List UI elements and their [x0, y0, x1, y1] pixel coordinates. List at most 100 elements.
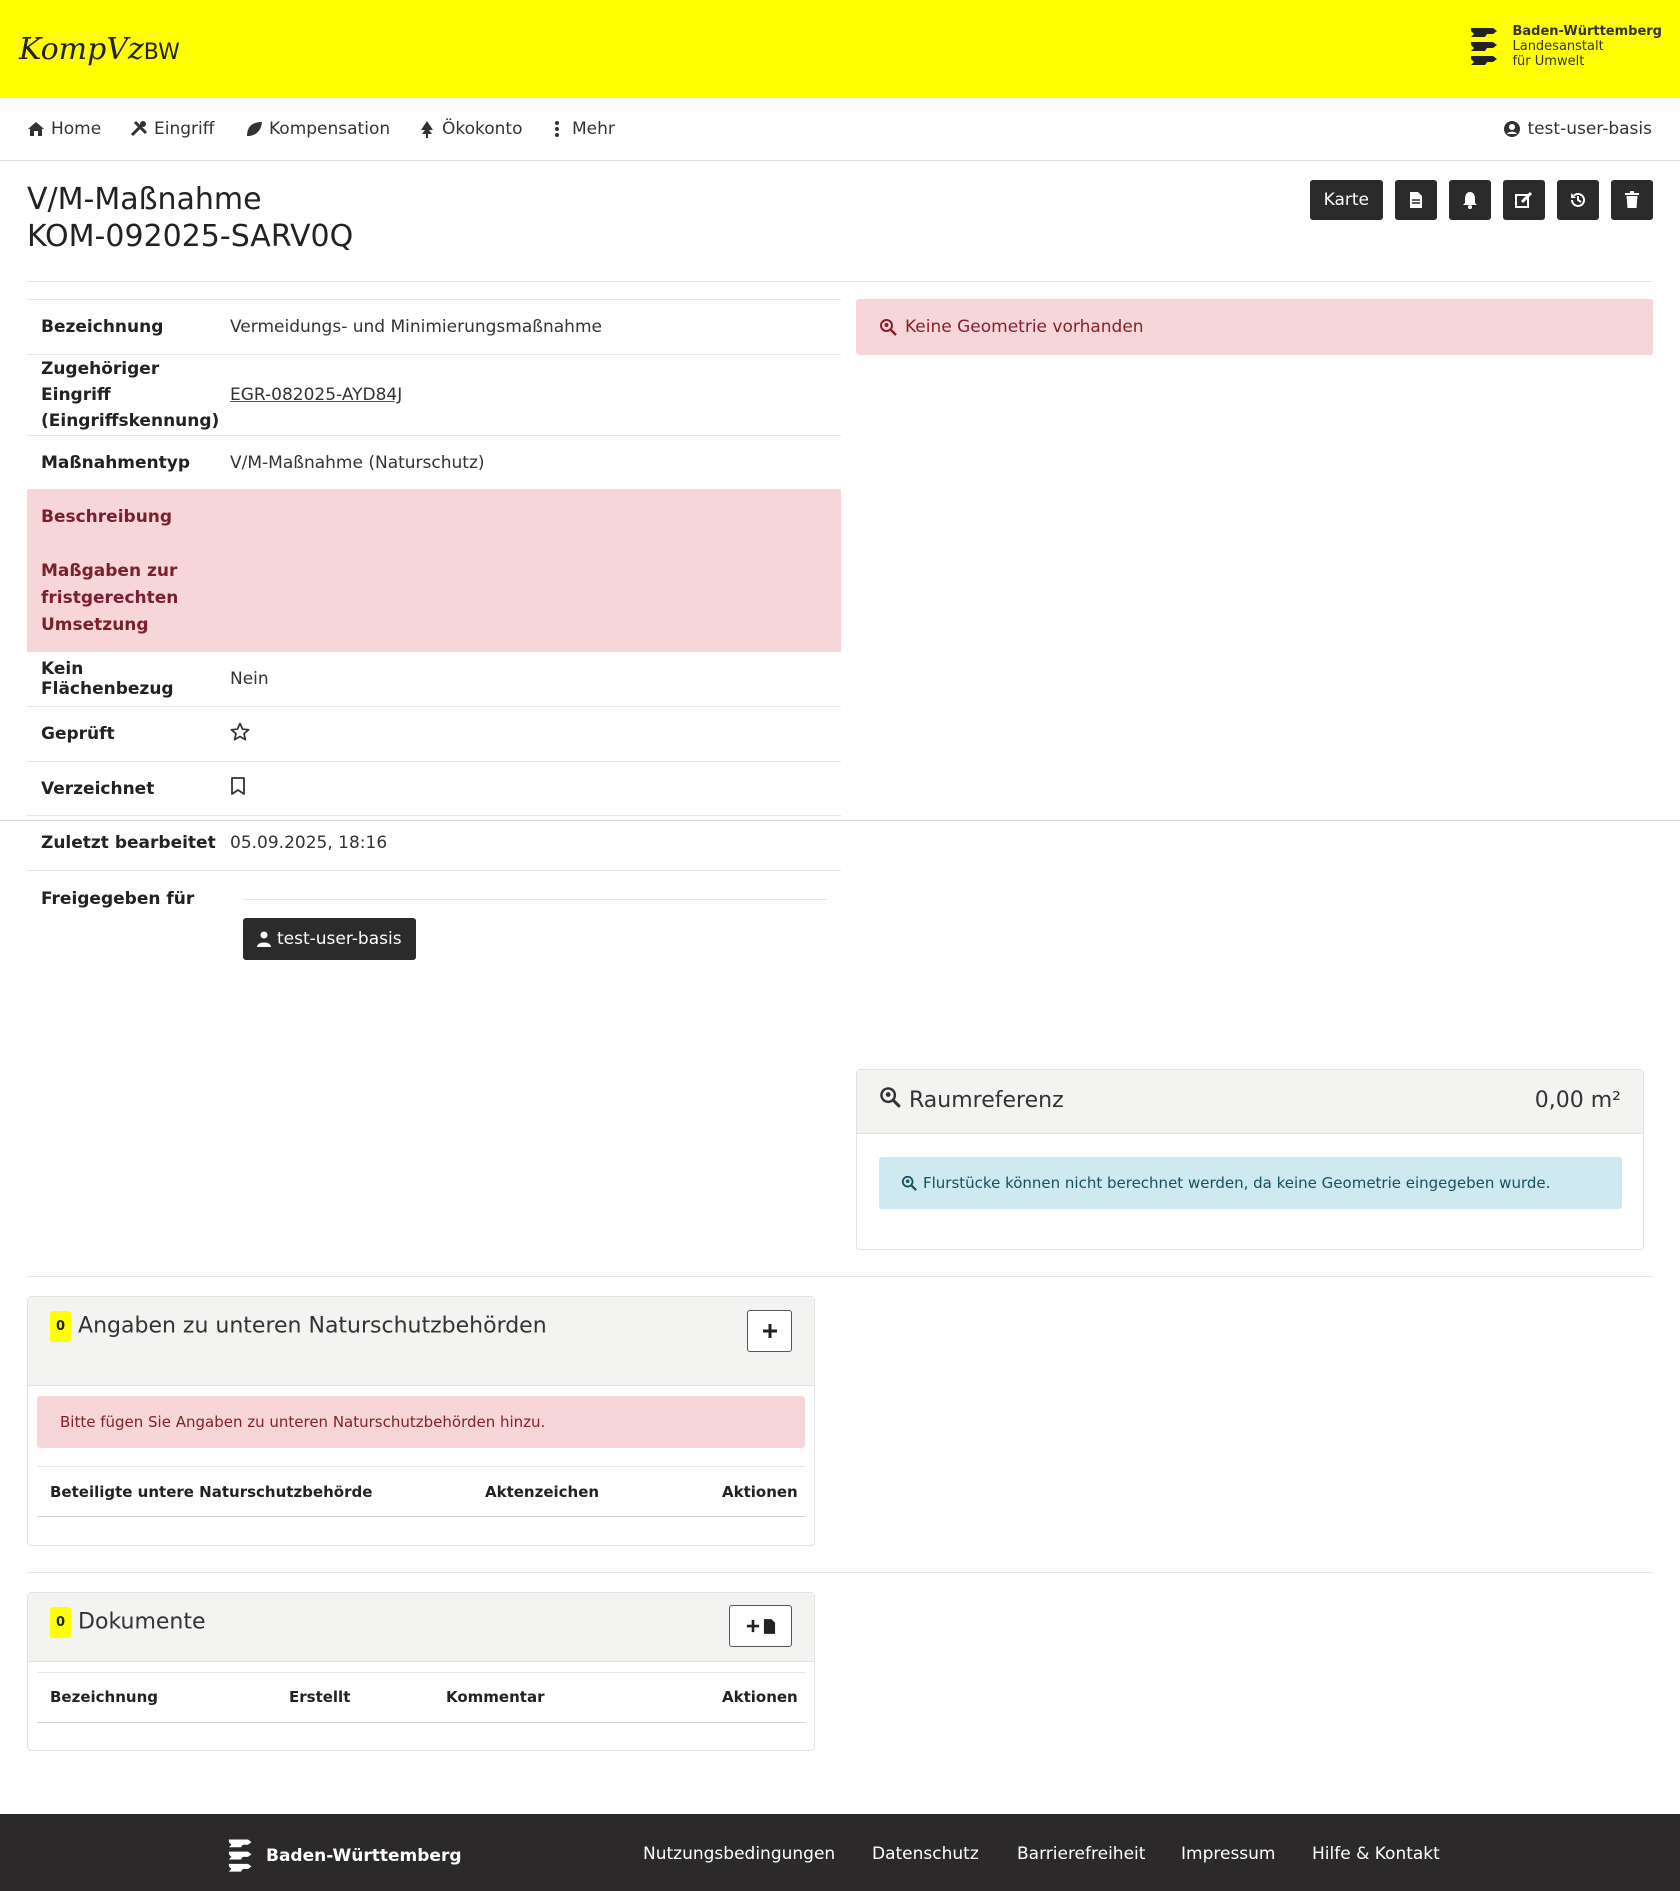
- user-icon: [257, 931, 271, 947]
- document-icon: [1410, 192, 1422, 208]
- unb-col-aktenzeichen: Aktenzeichen: [485, 1483, 600, 1501]
- karte-button[interactable]: Karte: [1309, 180, 1383, 220]
- delete-button[interactable]: [1611, 180, 1653, 220]
- detail-table: Bezeichnung Vermeidungs- und Minimierung…: [27, 299, 841, 926]
- nav-eingriff[interactable]: Eingriff: [130, 119, 214, 139]
- page-title-line-1: V/M-Maßnahme: [27, 182, 262, 217]
- notify-button[interactable]: [1449, 180, 1491, 220]
- plus-icon: [762, 1324, 777, 1338]
- divider: [27, 1572, 1653, 1573]
- row-beschreibung: Beschreibung: [27, 489, 841, 544]
- action-toolbar: Karte: [1309, 180, 1653, 220]
- row-flaechenbezug: Kein Flächenbezug Nein: [27, 652, 841, 706]
- nav-user[interactable]: test-user-basis: [1503, 119, 1652, 139]
- leaf-icon: [247, 122, 262, 136]
- eingriff-link[interactable]: EGR-082025-AYD84J: [230, 385, 402, 405]
- row-massnahmentyp: Maßnahmentyp V/M-Maßnahme (Naturschutz): [27, 435, 841, 489]
- logo-text: KompVz: [19, 32, 144, 67]
- nav-mehr[interactable]: Mehr: [548, 119, 615, 139]
- verzeichnet-label: Verzeichnet: [41, 778, 155, 799]
- bookmark-outline-icon[interactable]: [230, 776, 246, 796]
- nav-kompensation-label: Kompensation: [269, 119, 391, 139]
- ellipsis-vertical-icon: [555, 121, 559, 137]
- page-footer: Baden-Württemberg Nutzungsbedingungen Da…: [0, 1814, 1680, 1891]
- edit-icon: [1515, 191, 1533, 208]
- unb-col-behoerde: Beteiligte untere Naturschutzbehörde: [50, 1483, 373, 1501]
- divider: [0, 820, 1680, 821]
- document-icon: [763, 1618, 775, 1634]
- history-icon: [1571, 192, 1585, 207]
- row-bearbeitet: Zuletzt bearbeitet 05.09.2025, 18:16: [27, 815, 841, 870]
- dokumente-card: 0 Dokumente Bezeichnung Erstellt Komment…: [27, 1592, 815, 1751]
- bezeichnung-value: Vermeidungs- und Minimierungsmaßnahme: [230, 317, 602, 337]
- massnahmentyp-value: V/M-Maßnahme (Naturschutz): [230, 452, 485, 473]
- tools-icon: [130, 120, 148, 137]
- footer-link-hilfe-kontakt[interactable]: Hilfe & Kontakt: [1312, 1844, 1440, 1864]
- add-unb-button[interactable]: [747, 1310, 792, 1352]
- massgaben-label: Maßgaben zur fristgerechten Umsetzung: [41, 560, 179, 635]
- dokumente-col-kommentar: Kommentar: [446, 1688, 545, 1706]
- table-divider: [37, 1516, 805, 1517]
- app-logo[interactable]: KompVzBW: [19, 32, 180, 67]
- dokumente-col-aktionen: Aktionen: [722, 1688, 798, 1706]
- row-bezeichnung: Bezeichnung Vermeidungs- und Minimierung…: [27, 299, 841, 354]
- footer-link-nutzungsbedingungen[interactable]: Nutzungsbedingungen: [643, 1844, 835, 1864]
- shared-user-label: test-user-basis: [277, 929, 402, 949]
- logo-suffix: BW: [143, 40, 180, 65]
- freigegeben-divider: [243, 899, 827, 900]
- footer-link-impressum[interactable]: Impressum: [1181, 1844, 1276, 1864]
- nav-oekokonto[interactable]: Ökokonto: [418, 119, 523, 139]
- brand-line-3: für Umwelt: [1512, 54, 1585, 69]
- lions-crest-icon: [1471, 28, 1498, 65]
- dokumente-col-bezeichnung: Bezeichnung: [50, 1688, 158, 1706]
- brand-line-1: Baden-Württemberg: [1512, 24, 1662, 39]
- unb-header: 0 Angaben zu unteren Naturschutzbehörden: [28, 1297, 814, 1386]
- nav-kompensation[interactable]: Kompensation: [245, 119, 390, 139]
- raumreferenz-header: Raumreferenz 0,00 m²: [857, 1070, 1643, 1134]
- lubw-brand: Baden-Württemberg Landesanstalt für Umwe…: [1468, 24, 1662, 70]
- bezeichnung-label: Bezeichnung: [41, 317, 164, 337]
- history-button[interactable]: [1557, 180, 1599, 220]
- nav-home-label: Home: [51, 119, 102, 139]
- footer-link-barrierefreiheit[interactable]: Barrierefreiheit: [1017, 1844, 1145, 1864]
- geometry-alert-text: Keine Geometrie vorhanden: [905, 317, 1144, 337]
- unb-count-badge: 0: [50, 1311, 72, 1342]
- footer-brand-text: Baden-Württemberg: [266, 1846, 462, 1866]
- report-button[interactable]: [1395, 180, 1437, 220]
- nav-eingriff-label: Eingriff: [154, 119, 215, 139]
- table-divider: [37, 1722, 805, 1723]
- unb-title: Angaben zu unteren Naturschutzbehörden: [78, 1313, 547, 1339]
- user-circle-icon: [1504, 121, 1521, 137]
- row-verzeichnet: Verzeichnet: [27, 761, 841, 815]
- geprueft-label: Geprüft: [41, 724, 115, 744]
- shared-user-chip[interactable]: test-user-basis: [243, 918, 416, 960]
- table-divider: [37, 1672, 805, 1673]
- footer-brand[interactable]: Baden-Württemberg: [226, 1836, 462, 1876]
- table-divider: [37, 1466, 805, 1467]
- nav-home[interactable]: Home: [27, 119, 101, 139]
- star-outline-icon[interactable]: [230, 722, 250, 742]
- unb-col-aktionen: Aktionen: [722, 1483, 798, 1501]
- raumreferenz-title: Raumreferenz: [909, 1088, 1064, 1113]
- plus-icon: [746, 1619, 759, 1633]
- row-freigegeben: Freigegeben für: [27, 870, 841, 926]
- home-icon: [28, 122, 44, 136]
- row-massgaben: Maßgaben zur fristgerechten Umsetzung: [27, 544, 841, 652]
- raumreferenz-card: Raumreferenz 0,00 m² Flurstücke können n…: [856, 1069, 1644, 1250]
- trash-icon: [1625, 191, 1639, 208]
- divider: [27, 1276, 1653, 1277]
- app-header: KompVzBW Baden-Württemberg Landesanstalt…: [0, 0, 1680, 98]
- eingriff-label: Zugehöriger Eingriff (Eingriffskennung): [41, 359, 220, 431]
- row-eingriff: Zugehöriger Eingriff (Eingriffskennung) …: [27, 354, 841, 435]
- geometry-alert: Keine Geometrie vorhanden: [856, 299, 1653, 355]
- add-document-button[interactable]: [729, 1605, 792, 1647]
- search-location-icon: [880, 319, 897, 336]
- tree-icon: [421, 121, 433, 138]
- edit-button[interactable]: [1503, 180, 1545, 220]
- raumreferenz-info: Flurstücke können nicht berechnet werden…: [879, 1157, 1622, 1209]
- unb-alert-text: Bitte fügen Sie Angaben zu unteren Natur…: [60, 1413, 546, 1431]
- dokumente-col-erstellt: Erstellt: [289, 1688, 351, 1706]
- main-nav: Home Eingriff Kompensation Ökokonto Mehr…: [0, 98, 1680, 161]
- footer-link-datenschutz[interactable]: Datenschutz: [872, 1844, 979, 1864]
- row-geprueft: Geprüft: [27, 706, 841, 761]
